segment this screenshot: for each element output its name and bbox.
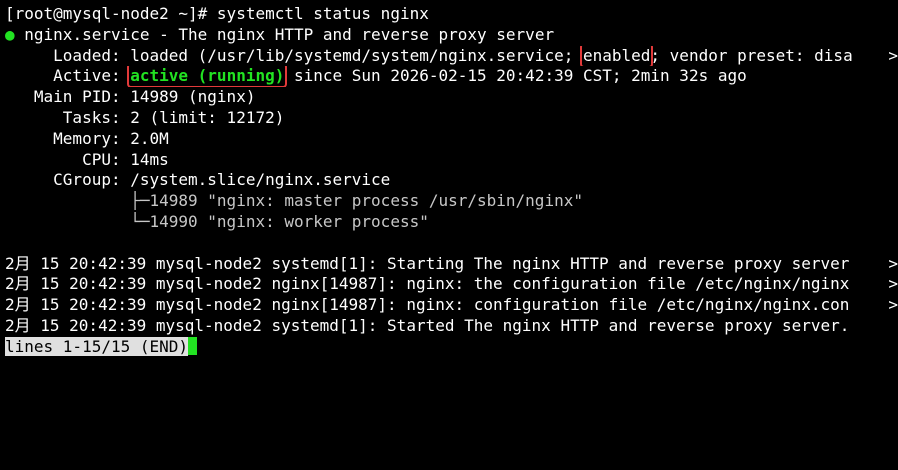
- loaded-line: Loaded: loaded (/usr/lib/systemd/system/…: [0, 45, 898, 67]
- command-line: [root@mysql-node2 ~]# systemctl status n…: [0, 4, 898, 25]
- terminal-window[interactable]: [root@mysql-node2 ~]# systemctl status n…: [0, 0, 898, 470]
- enabled-state-highlight: enabled: [579, 45, 654, 67]
- service-description: nginx.service - The nginx HTTP and rever…: [14, 24, 555, 44]
- cgroup-process-master: ├─14989 "nginx: master process /usr/sbin…: [5, 191, 583, 211]
- active-suffix: since Sun 2026-02-15 20:42:39 CST; 2min …: [284, 66, 747, 86]
- pager-status-line[interactable]: lines 1-15/15 (END): [0, 336, 898, 358]
- truncation-marker: >: [888, 274, 898, 296]
- cursor-block[interactable]: [188, 336, 198, 355]
- cgroup-process-worker: └─14990 "nginx: worker process": [5, 211, 429, 231]
- log-text: 2月 15 20:42:39 mysql-node2 nginx[14987]:…: [5, 295, 850, 315]
- log-line: 2月 15 20:42:39 mysql-node2 systemd[1]: S…: [0, 253, 898, 275]
- loaded-suffix: ; vendor preset: disa: [650, 45, 853, 65]
- cpu-line: CPU: 14ms: [5, 149, 169, 169]
- shell-prompt: [root@mysql-node2 ~]#: [5, 4, 217, 23]
- log-line: 2月 15 20:42:39 mysql-node2 nginx[14987]:…: [0, 274, 898, 296]
- truncation-marker: >: [888, 253, 898, 275]
- tasks-line: Tasks: 2 (limit: 12172): [5, 107, 285, 127]
- active-state-highlight: active (running): [127, 66, 288, 88]
- pager-status: lines 1-15/15 (END): [5, 336, 189, 356]
- cgroup-line: CGroup: /system.slice/nginx.service: [5, 170, 391, 190]
- log-line: 2月 15 20:42:39 mysql-node2 systemd[1]: S…: [0, 316, 898, 337]
- active-prefix: Active:: [5, 66, 131, 86]
- status-dot-icon: ●: [5, 24, 15, 44]
- log-text: 2月 15 20:42:39 mysql-node2 nginx[14987]:…: [5, 274, 850, 294]
- memory-line: Memory: 2.0M: [5, 128, 169, 148]
- active-line: Active: active (running) since Sun 2026-…: [0, 66, 898, 88]
- truncation-marker: >: [888, 295, 898, 316]
- truncation-marker: >: [888, 45, 898, 67]
- service-title-line: ● nginx.service - The nginx HTTP and rev…: [0, 25, 898, 46]
- log-text: 2月 15 20:42:39 mysql-node2 systemd[1]: S…: [5, 253, 850, 273]
- log-text: 2月 15 20:42:39 mysql-node2 systemd[1]: S…: [5, 315, 850, 335]
- log-line: 2月 15 20:42:39 mysql-node2 nginx[14987]:…: [0, 295, 898, 316]
- loaded-prefix: Loaded: loaded (/usr/lib/systemd/system/…: [5, 45, 583, 65]
- command-text: systemctl status nginx: [216, 4, 429, 23]
- main-pid-line: Main PID: 14989 (nginx): [5, 87, 256, 107]
